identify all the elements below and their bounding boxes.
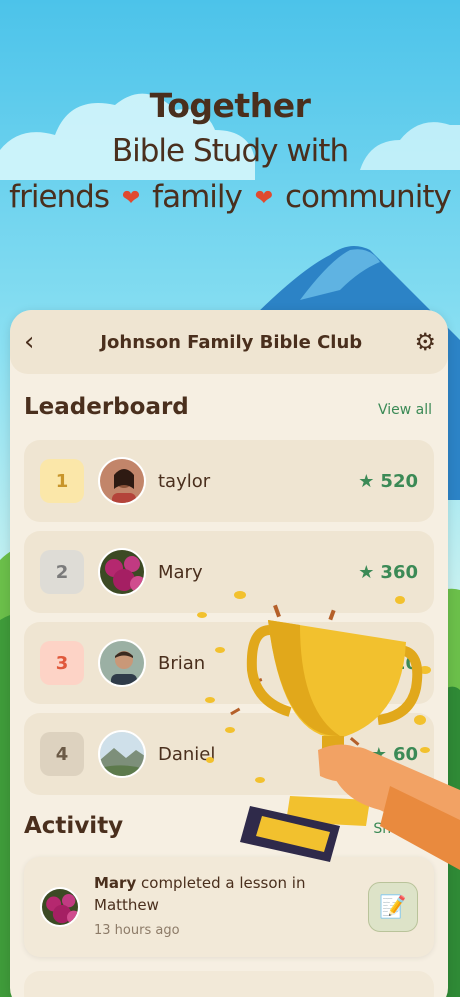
hero-tagline: friends ❤ family ❤ community <box>0 179 460 215</box>
rank-badge: 2 <box>40 550 84 594</box>
user-name: Brian <box>158 652 206 674</box>
view-all-link[interactable]: View all <box>378 402 432 418</box>
activity-user: Mary <box>94 874 137 892</box>
heart-icon: ❤ <box>254 186 273 211</box>
hero-word-friends: friends <box>9 179 110 215</box>
star-icon: ★ <box>358 652 375 674</box>
activity-text: Mary completed a lesson in Matthew 13 ho… <box>94 872 368 942</box>
note-pencil-icon: 📝 <box>379 894 407 920</box>
avatar <box>40 887 80 927</box>
avatar <box>98 457 146 505</box>
user-name: taylor <box>158 470 211 492</box>
avatar <box>98 548 146 596</box>
avatar <box>98 639 146 687</box>
hero-subtitle: Bible Study with <box>111 133 349 169</box>
score: ★ 120 <box>358 653 418 674</box>
club-screen: ‹ Johnson Family Bible Club ⚙ Leaderboar… <box>10 310 448 997</box>
top-bar: ‹ Johnson Family Bible Club ⚙ <box>10 310 448 374</box>
activity-item[interactable] <box>24 971 434 997</box>
hero-heading: Together Bible Study with friends ❤ fami… <box>0 86 460 215</box>
star-icon: ★ <box>358 561 375 583</box>
leaderboard-header: Leaderboard View all <box>10 394 448 420</box>
leaderboard-title: Leaderboard <box>24 394 189 420</box>
score-value: 360 <box>380 561 418 583</box>
club-title: Johnson Family Bible Club <box>100 331 363 353</box>
score-value: 120 <box>380 652 418 674</box>
score-value: 60 <box>392 743 418 765</box>
leaderboard-row[interactable]: 4 Daniel ★ 60 <box>24 713 434 795</box>
score: ★ 520 <box>358 471 418 492</box>
hero-title: Together <box>149 86 311 125</box>
star-icon: ★ <box>370 743 387 765</box>
rank-badge: 1 <box>40 459 84 503</box>
user-name: Mary <box>158 561 203 583</box>
leaderboard-list: 1 taylor ★ 520 2 Mary ★ 360 3 Brian ★ 120 4 <box>10 440 448 795</box>
hero-word-community: community <box>285 179 452 215</box>
activity-item[interactable]: Mary completed a lesson in Matthew 13 ho… <box>24 857 434 957</box>
score-value: 520 <box>380 470 418 492</box>
activity-header: Activity Show all <box>10 813 448 839</box>
leaderboard-row[interactable]: 2 Mary ★ 360 <box>24 531 434 613</box>
back-arrow-icon[interactable]: ‹ <box>24 327 48 357</box>
hero-word-family: family <box>152 179 243 215</box>
score: ★ 360 <box>358 562 418 583</box>
rank-badge: 4 <box>40 732 84 776</box>
gear-icon[interactable]: ⚙ <box>414 328 436 356</box>
leaderboard-row[interactable]: 1 taylor ★ 520 <box>24 440 434 522</box>
user-name: Daniel <box>158 743 216 765</box>
score: ★ 60 <box>371 744 418 765</box>
activity-title: Activity <box>24 813 124 839</box>
avatar <box>98 730 146 778</box>
lesson-note-button[interactable]: 📝 <box>368 882 418 932</box>
rank-badge: 3 <box>40 641 84 685</box>
show-all-link[interactable]: Show all <box>373 821 432 837</box>
activity-time: 13 hours ago <box>94 923 180 938</box>
star-icon: ★ <box>358 470 375 492</box>
leaderboard-row[interactable]: 3 Brian ★ 120 <box>24 622 434 704</box>
heart-icon: ❤ <box>121 186 140 211</box>
